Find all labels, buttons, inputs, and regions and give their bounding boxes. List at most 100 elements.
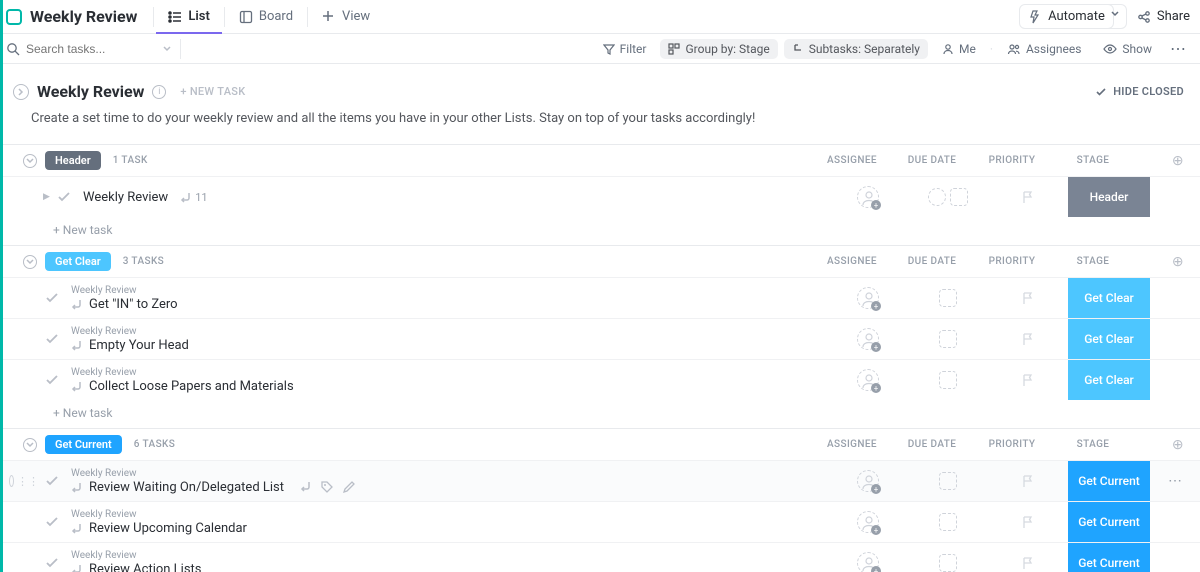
task-name: Collect Loose Papers and Materials [89, 379, 294, 394]
task-checkbox[interactable] [43, 371, 61, 389]
automate-button[interactable]: Automate [1019, 4, 1114, 29]
assignee-picker[interactable] [857, 287, 879, 309]
col-stage[interactable]: STAGE [1052, 155, 1134, 166]
col-priority[interactable]: PRIORITY [972, 256, 1052, 267]
task-row[interactable]: ▶ Weekly Review 11 Header [3, 176, 1200, 217]
filter-button[interactable]: Filter [595, 39, 655, 59]
add-column-button[interactable]: ⊕ [1134, 437, 1184, 453]
stage-cell[interactable]: Get Clear [1068, 319, 1150, 359]
subtasks-button[interactable]: Subtasks: Separately [784, 39, 928, 59]
task-parent: Weekly Review [71, 550, 828, 561]
assignees-button[interactable]: Assignees [999, 39, 1089, 59]
stage-cell[interactable]: Get Clear [1068, 360, 1150, 400]
show-button[interactable]: Show [1095, 39, 1160, 59]
due-date[interactable] [939, 513, 957, 531]
new-task-header-button[interactable]: + NEW TASK [180, 85, 245, 98]
priority-picker[interactable] [988, 291, 1068, 305]
automate-chevron[interactable] [1104, 4, 1127, 29]
task-row[interactable]: ⋮⋮ Weekly Review Review Waiting On/Deleg… [3, 460, 1200, 501]
col-due[interactable]: DUE DATE [892, 155, 972, 166]
task-row[interactable]: Weekly Review Review Action Lists Get Cu… [3, 542, 1200, 572]
priority-picker[interactable] [988, 556, 1068, 570]
start-date[interactable] [928, 188, 946, 206]
priority-picker[interactable] [988, 332, 1068, 346]
col-due[interactable]: DUE DATE [892, 256, 972, 267]
assignee-picker[interactable] [857, 186, 879, 208]
assignee-picker[interactable] [857, 552, 879, 572]
col-priority[interactable]: PRIORITY [972, 155, 1052, 166]
list-name: Weekly Review [37, 82, 144, 101]
group-icon [668, 43, 680, 55]
group-toggle[interactable] [23, 154, 37, 168]
due-date[interactable] [939, 371, 957, 389]
search-chevron[interactable] [162, 44, 172, 54]
stage-cell[interactable]: Get Current [1068, 461, 1150, 501]
assignee-picker[interactable] [857, 328, 879, 350]
tag-icon[interactable] [320, 480, 334, 494]
due-date[interactable] [950, 188, 968, 206]
search-input[interactable] [26, 42, 156, 56]
due-date[interactable] [939, 472, 957, 490]
col-assignee[interactable]: ASSIGNEE [812, 439, 892, 450]
col-priority[interactable]: PRIORITY [972, 439, 1052, 450]
stage-cell[interactable]: Get Current [1068, 543, 1150, 572]
task-checkbox[interactable] [55, 188, 73, 206]
new-task-row[interactable]: + New task [3, 217, 1200, 245]
task-checkbox[interactable] [43, 330, 61, 348]
subtask-add-icon[interactable] [300, 480, 312, 494]
share-button[interactable]: Share [1137, 9, 1190, 24]
col-stage[interactable]: STAGE [1052, 256, 1134, 267]
group-chip[interactable]: Get Current [45, 435, 122, 454]
stage-cell[interactable]: Get Current [1068, 502, 1150, 542]
priority-picker[interactable] [988, 474, 1068, 488]
due-date[interactable] [939, 330, 957, 348]
search-icon[interactable] [6, 42, 20, 56]
col-stage[interactable]: STAGE [1052, 439, 1134, 450]
tab-list[interactable]: List [156, 0, 221, 34]
task-row[interactable]: Weekly Review Review Upcoming Calendar G… [3, 501, 1200, 542]
subtask-count[interactable]: 11 [180, 191, 207, 204]
due-date[interactable] [939, 289, 957, 307]
me-button[interactable]: Me [934, 39, 984, 59]
stage-cell[interactable]: Get Clear [1068, 278, 1150, 318]
row-actions-icon[interactable]: ⋯ [1168, 473, 1182, 489]
col-assignee[interactable]: ASSIGNEE [812, 256, 892, 267]
assignee-picker[interactable] [857, 511, 879, 533]
task-count: 1 TASK [113, 155, 148, 166]
task-row[interactable]: Weekly Review Collect Loose Papers and M… [3, 359, 1200, 400]
col-due[interactable]: DUE DATE [892, 439, 972, 450]
tab-board[interactable]: Board [227, 0, 305, 34]
automate-icon [1028, 10, 1042, 24]
stage-cell[interactable]: Header [1068, 177, 1150, 217]
assignee-picker[interactable] [857, 369, 879, 391]
assignee-picker[interactable] [857, 470, 879, 492]
row-handle[interactable]: ⋮⋮ [9, 475, 39, 488]
tab-add-view[interactable]: View [310, 0, 382, 34]
edit-icon[interactable] [342, 480, 356, 494]
task-name: Review Waiting On/Delegated List [89, 480, 284, 495]
col-assignee[interactable]: ASSIGNEE [812, 155, 892, 166]
priority-picker[interactable] [988, 373, 1068, 387]
task-row[interactable]: Weekly Review Empty Your Head Get Clear [3, 318, 1200, 359]
expand-icon[interactable]: ▶ [43, 192, 51, 202]
priority-picker[interactable] [988, 190, 1068, 204]
task-checkbox[interactable] [43, 513, 61, 531]
groupby-button[interactable]: Group by: Stage [660, 39, 777, 59]
task-checkbox[interactable] [43, 289, 61, 307]
add-column-button[interactable]: ⊕ [1134, 254, 1184, 270]
task-checkbox[interactable] [43, 472, 61, 490]
due-date[interactable] [939, 554, 957, 572]
group-toggle[interactable] [23, 255, 37, 269]
group-chip[interactable]: Header [45, 151, 101, 170]
add-column-button[interactable]: ⊕ [1134, 153, 1184, 169]
info-icon[interactable]: i [152, 85, 166, 99]
new-task-row[interactable]: + New task [3, 400, 1200, 428]
more-icon[interactable]: ⋯ [1166, 39, 1190, 58]
priority-picker[interactable] [988, 515, 1068, 529]
group-chip[interactable]: Get Clear [45, 252, 111, 271]
hide-closed-button[interactable]: HIDE CLOSED [1095, 85, 1184, 98]
collapse-list-toggle[interactable] [13, 84, 29, 100]
task-checkbox[interactable] [43, 554, 61, 572]
group-toggle[interactable] [23, 438, 37, 452]
task-row[interactable]: Weekly Review Get "IN" to Zero Get Clear [3, 277, 1200, 318]
